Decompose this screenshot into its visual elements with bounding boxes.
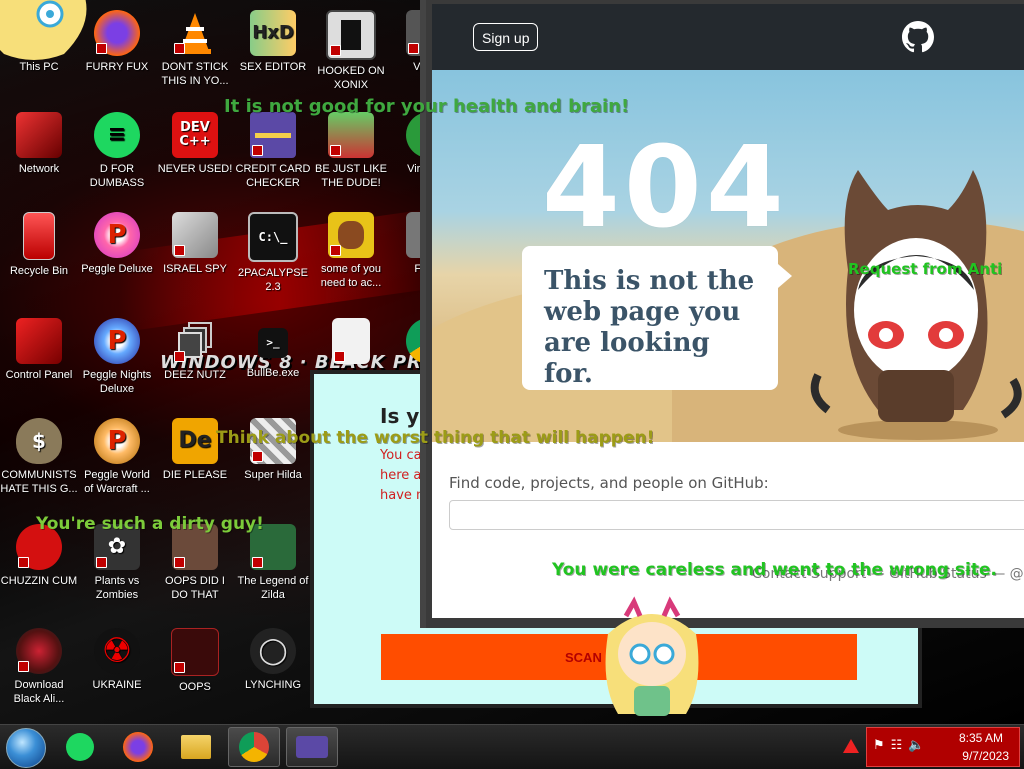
search-label: Find code, projects, and people on GitHu… <box>449 474 769 492</box>
volume-icon[interactable]: 🔈 <box>908 738 930 753</box>
spotify-icon <box>66 733 94 761</box>
de-icon: De <box>172 418 218 464</box>
search-input[interactable] <box>449 500 1024 530</box>
desktop-icon-ukraine[interactable]: ☢ UKRAINE <box>78 628 156 692</box>
desktop-icon-recycle-bin[interactable]: Recycle Bin <box>0 212 78 278</box>
speech-bubble: This is not the web page you are looking… <box>522 246 792 390</box>
cartoon-character-corner <box>0 0 87 60</box>
desktop-icon-control-panel[interactable]: Control Panel <box>0 318 78 382</box>
github-search-area: Find code, projects, and people on GitHu… <box>432 442 1024 618</box>
desktop-icon-network[interactable]: Network <box>0 112 78 176</box>
download-icon <box>16 628 62 674</box>
overlay-message-worst: Think about the worst thing that will ha… <box>216 428 655 448</box>
folder-icon <box>181 735 211 759</box>
taskbar: ⚑☷🔈 8:35 AM 9/7/2023 <box>0 724 1024 769</box>
desktop-icon-download-black[interactable]: Download Black Ali... <box>0 628 78 706</box>
firefox-icon <box>123 732 153 762</box>
desktop-icon-dont-stick[interactable]: DONT STICK THIS IN YO... <box>156 10 234 88</box>
network-icon <box>16 112 62 158</box>
system-tray[interactable]: ⚑☷🔈 8:35 AM 9/7/2023 <box>866 727 1020 767</box>
tray-icons[interactable]: ⚑☷🔈 <box>873 738 931 753</box>
overlay-message-dirty: You're such a dirty guy! <box>36 514 264 534</box>
taskbar-chrome[interactable] <box>228 727 280 767</box>
firefox-icon <box>94 10 140 56</box>
signup-button[interactable]: Sign up <box>473 23 539 51</box>
github-hero: 404 This is not the web page you are loo… <box>432 70 1024 442</box>
rope-icon: ◯ <box>250 628 296 674</box>
tray-warning-icon[interactable] <box>843 739 859 753</box>
chrome-icon <box>239 732 269 762</box>
clock-date[interactable]: 9/7/2023 <box>962 749 1009 763</box>
desktop-icon-deez-nutz[interactable]: DEEZ NUTZ <box>156 318 234 382</box>
executable-icon: >_ <box>258 328 288 358</box>
desktop-icon-document[interactable] <box>312 318 390 368</box>
desktop-icon-bullbe[interactable]: >_ BullBe.exe <box>234 318 312 380</box>
control-panel-icon <box>16 318 62 364</box>
peggle-nights-icon: P <box>94 318 140 364</box>
xonix-icon <box>326 10 376 60</box>
github-logo-icon[interactable] <box>902 21 934 53</box>
folder-stack-icon <box>172 318 218 364</box>
desktop-icon-peggle-deluxe[interactable]: P Peggle Deluxe <box>78 212 156 276</box>
github-header: Sign up <box>432 4 1024 70</box>
taskbar-spotify[interactable] <box>54 727 106 767</box>
desktop-icon-israel-spy[interactable]: ISRAEL SPY <box>156 212 234 276</box>
flag-icon[interactable]: ⚑ <box>873 738 891 753</box>
desktop-icon-credit-card[interactable]: CREDIT CARD CHECKER <box>234 112 312 190</box>
desktop-icon-2pacalypse[interactable]: C:\_ 2PACALYPSE 2.3 <box>234 212 312 294</box>
spotify-icon: ≡ <box>94 112 140 158</box>
overlay-message-health: It is not good for your health and brain… <box>224 96 630 117</box>
cartoon-girl-sticker[interactable] <box>590 594 714 724</box>
credit-card-icon <box>250 112 296 158</box>
clock-time[interactable]: 8:35 AM <box>959 731 1003 745</box>
desktop-icon-lynching[interactable]: ◯ LYNCHING <box>234 628 312 692</box>
taskbar-credit-card[interactable] <box>286 727 338 767</box>
hxd-icon: HxD <box>250 10 296 56</box>
overlay-message-careless: You were careless and went to the wrong … <box>552 560 997 580</box>
network-status-icon[interactable]: ☷ <box>891 738 909 753</box>
desktop-icon-some-of-you[interactable]: some of you need to ac... <box>312 212 390 290</box>
peggle-icon: P <box>94 212 140 258</box>
command-prompt-icon: C:\_ <box>248 212 298 262</box>
taskbar-firefox[interactable] <box>112 727 164 767</box>
desktop-icon-plants-vs-zombies[interactable]: ✿ Plants vs Zombies <box>78 524 156 602</box>
gopher-icon <box>328 212 374 258</box>
peggle-wow-icon: P <box>94 418 140 464</box>
desktop-icon-communists[interactable]: $ COMMUNISTS HATE THIS G... <box>0 418 78 496</box>
desktop-icon-be-like-the-dude[interactable]: BE JUST LIKE THE DUDE! <box>312 112 390 190</box>
error-code: 404 <box>542 123 788 253</box>
desktop-icon-legend-of-zilda[interactable]: The Legend of Zilda <box>234 524 312 602</box>
octocat-illustration <box>810 170 1022 440</box>
money-bag-icon: $ <box>16 418 62 464</box>
desktop-icon-sex-editor[interactable]: HxD SEX EDITOR <box>234 10 312 74</box>
desktop-icon-oops-did-i[interactable]: OOPS DID I DO THAT <box>156 524 234 602</box>
desktop-icon-oops[interactable]: OOPS <box>156 628 234 694</box>
radiation-icon: ☢ <box>94 628 140 674</box>
start-button[interactable] <box>6 728 46 768</box>
document-icon <box>332 318 370 364</box>
dev-cpp-icon: DEV C++ <box>172 112 218 158</box>
oops-icon <box>171 628 219 676</box>
recycle-bin-icon <box>23 212 55 260</box>
desktop-icon-hooked-on-xonix[interactable]: HOOKED ON XONIX <box>312 10 390 92</box>
github-404-window[interactable]: Sign up 404 This is not the web page you… <box>420 0 1024 628</box>
dude-icon <box>328 112 374 158</box>
overlay-message-request: Request from Anti <box>848 260 1003 278</box>
credit-card-icon <box>296 736 328 758</box>
spy-icon <box>172 212 218 258</box>
vlc-cone-icon <box>172 10 218 56</box>
desktop-icon-never-used[interactable]: DEV C++ NEVER USED! <box>156 112 234 176</box>
desktop-icon-peggle-wow[interactable]: P Peggle World of Warcraft ... <box>78 418 156 496</box>
taskbar-file-explorer[interactable] <box>170 727 222 767</box>
desktop-icon-peggle-nights[interactable]: P Peggle Nights Deluxe <box>78 318 156 396</box>
desktop-icon-d-for-dumbass[interactable]: ≡ D FOR DUMBASS <box>78 112 156 190</box>
